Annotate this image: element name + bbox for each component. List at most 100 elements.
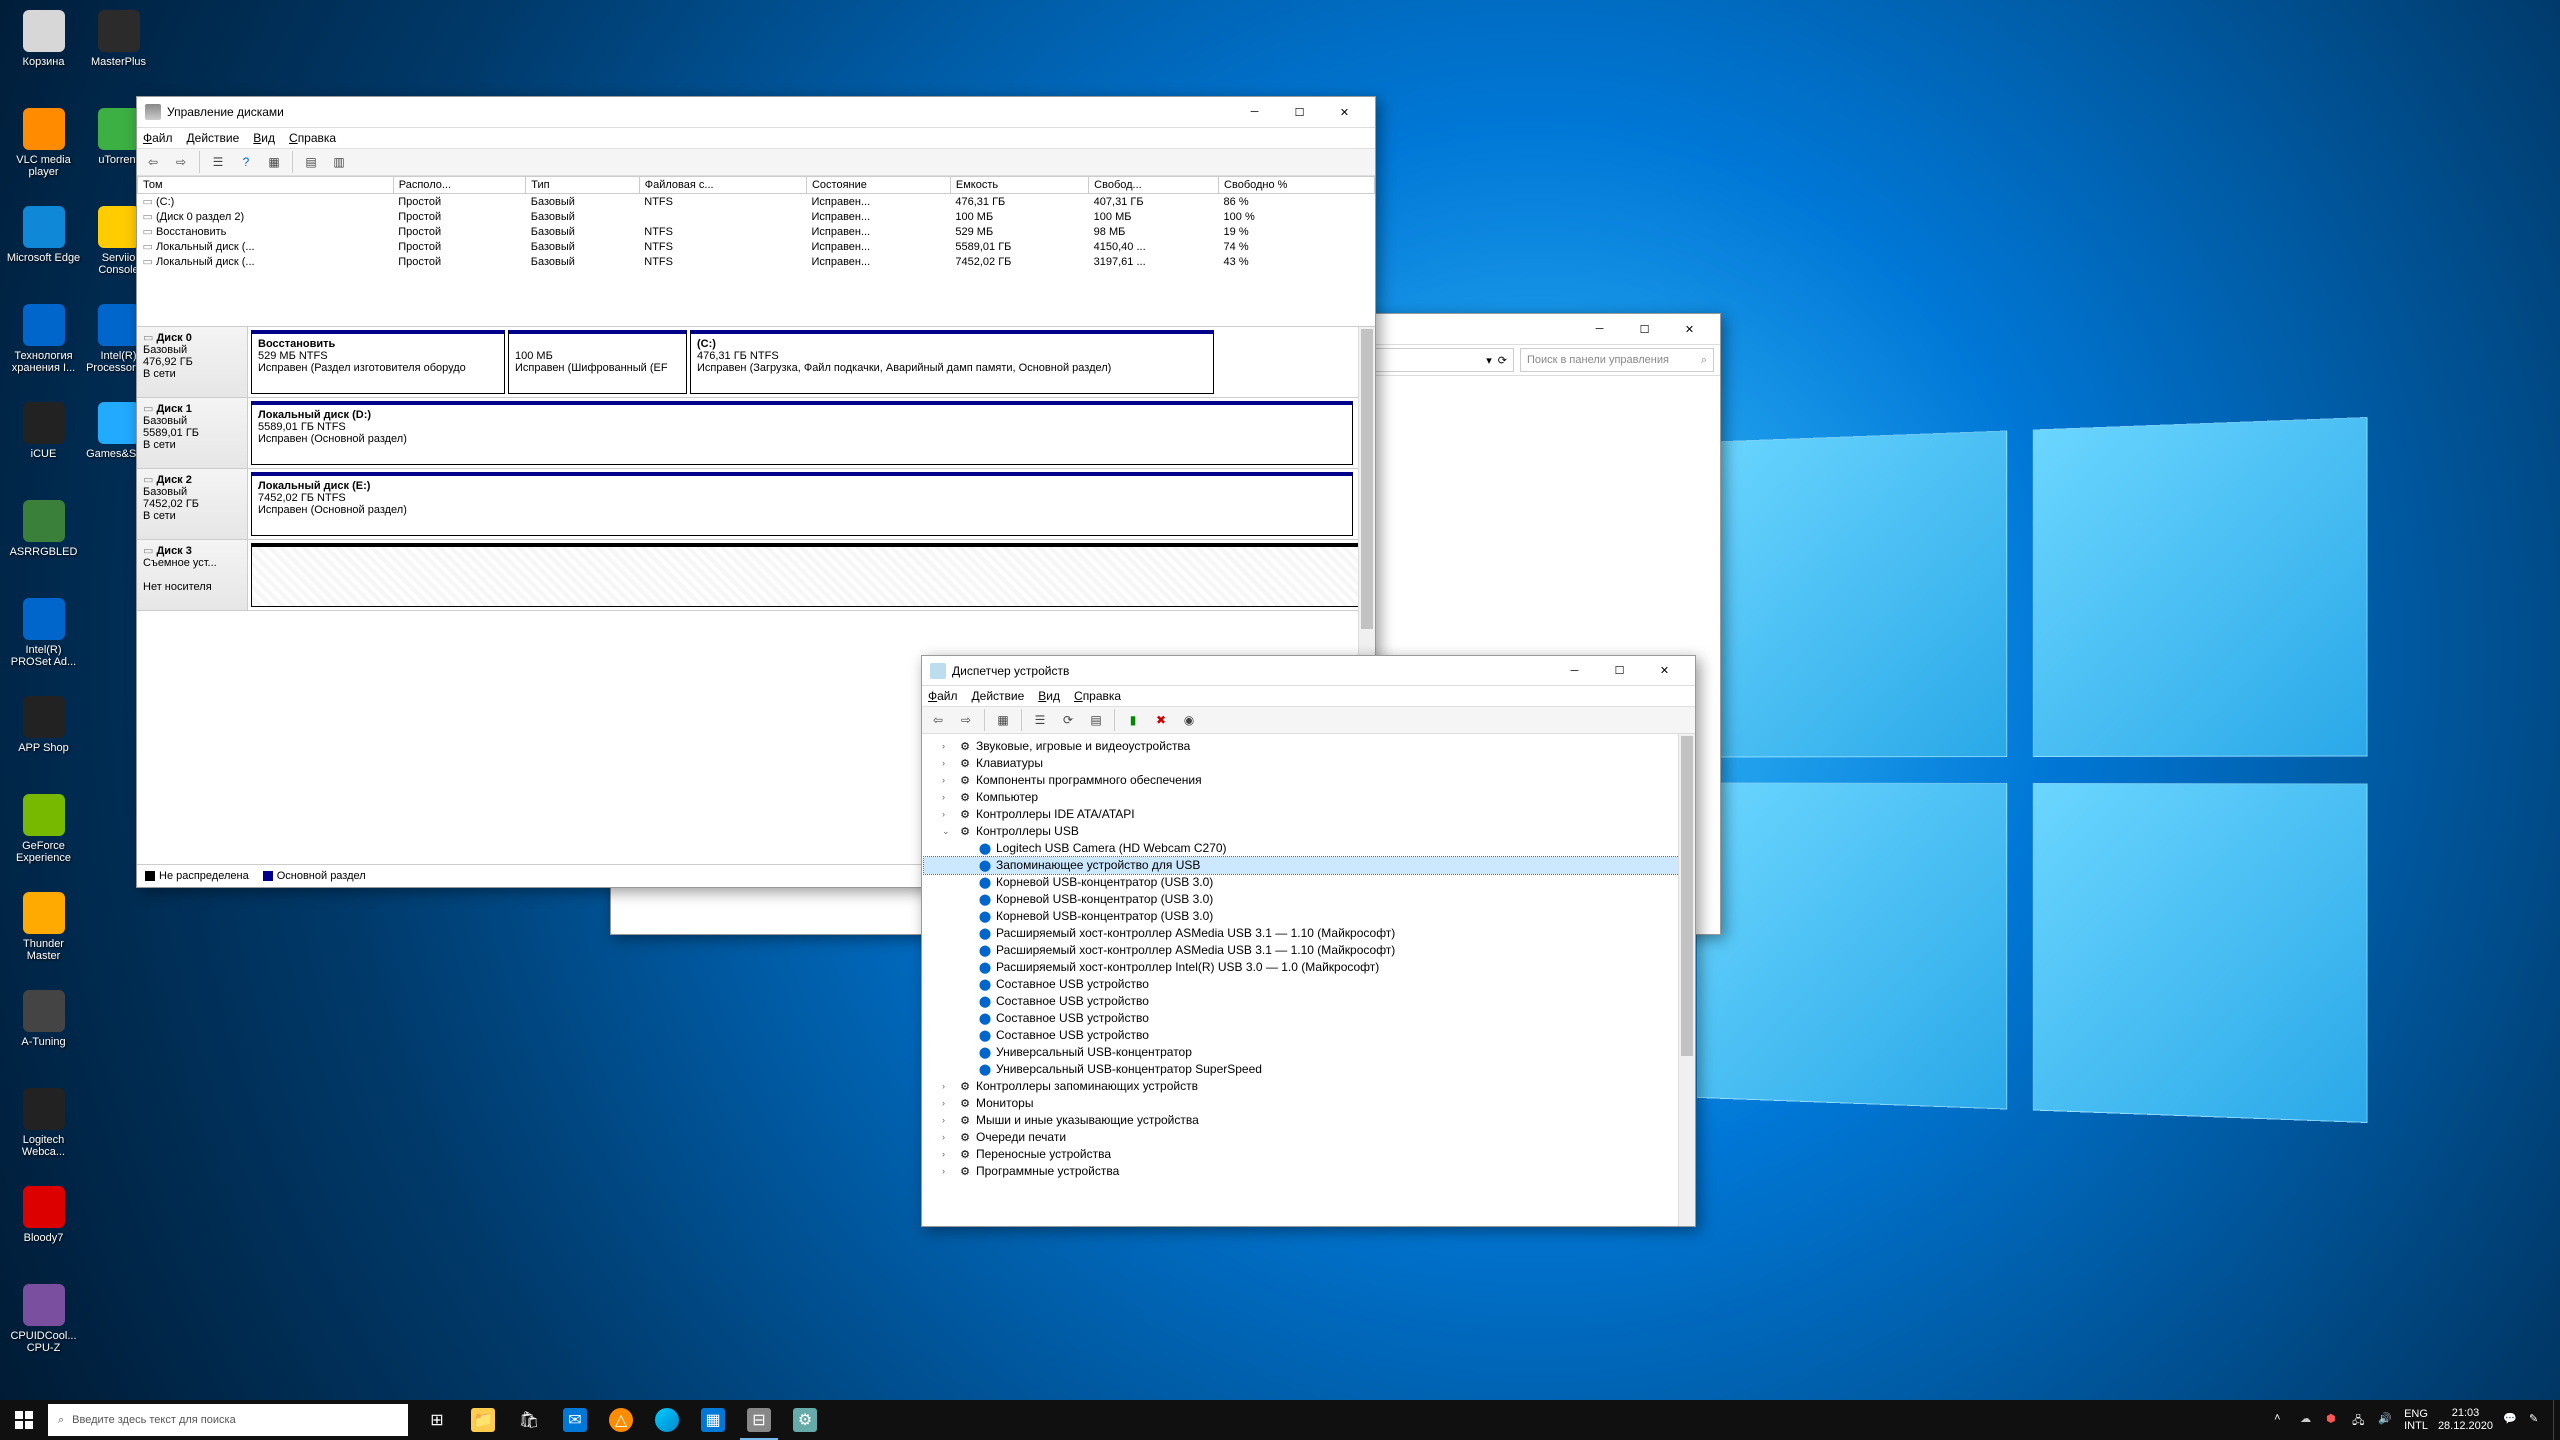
volume-row[interactable]: ▭ (C:)ПростойБазовыйNTFSИсправен...476,3… bbox=[138, 194, 1375, 210]
disable-icon[interactable]: ✖ bbox=[1149, 708, 1173, 732]
column-header[interactable]: Располо... bbox=[393, 177, 526, 194]
tree-category[interactable]: ⌄⚙Контроллеры USB bbox=[924, 823, 1693, 840]
scrollbar[interactable] bbox=[1678, 734, 1695, 1226]
properties-icon[interactable]: ☰ bbox=[1028, 708, 1052, 732]
desktop-icon[interactable]: A-Tuning bbox=[6, 986, 81, 1084]
help-icon[interactable]: ? bbox=[234, 150, 258, 174]
expand-icon[interactable]: ⌄ bbox=[942, 826, 954, 837]
desktop-icon[interactable]: ASRRGBLED bbox=[6, 496, 81, 594]
close-button[interactable]: ✕ bbox=[1667, 315, 1712, 344]
list-top-icon[interactable]: ▤ bbox=[299, 150, 323, 174]
volume-list[interactable]: ТомРасполо...ТипФайловая с...СостояниеЕм… bbox=[137, 176, 1375, 327]
desktop-icon[interactable]: APP Shop bbox=[6, 692, 81, 790]
tb-explorer[interactable]: 📁 bbox=[460, 1400, 506, 1440]
menu-help[interactable]: Справка bbox=[1074, 689, 1121, 703]
tb-app1[interactable]: △ bbox=[598, 1400, 644, 1440]
tree-device[interactable]: ⬤Составное USB устройство bbox=[924, 976, 1693, 993]
tray-icon[interactable]: ⬢ bbox=[2326, 1412, 2342, 1428]
tree-device[interactable]: ⬤Корневой USB-концентратор (USB 3.0) bbox=[924, 874, 1693, 891]
column-header[interactable]: Том bbox=[138, 177, 394, 194]
expand-icon[interactable]: › bbox=[942, 809, 954, 819]
list-bottom-icon[interactable]: ▥ bbox=[327, 150, 351, 174]
desktop-icon[interactable]: Корзина bbox=[6, 6, 81, 104]
expand-icon[interactable]: › bbox=[942, 1149, 954, 1159]
menu-view[interactable]: Вид bbox=[1038, 689, 1060, 703]
partition[interactable]: Восстановить529 МБ NTFSИсправен (Раздел … bbox=[251, 330, 505, 394]
column-header[interactable]: Состояние bbox=[806, 177, 950, 194]
tree-category[interactable]: ›⚙Клавиатуры bbox=[924, 755, 1693, 772]
partition[interactable]: (C:)476,31 ГБ NTFSИсправен (Загрузка, Фа… bbox=[690, 330, 1214, 394]
disk-row[interactable]: ▭ Диск 0Базовый476,92 ГБВ сетиВосстанови… bbox=[137, 327, 1375, 398]
close-button[interactable]: ✕ bbox=[1322, 98, 1367, 127]
update-icon[interactable]: ⟳ bbox=[1056, 708, 1080, 732]
menu-view[interactable]: Вид bbox=[253, 131, 275, 145]
desktop-icon[interactable]: GeForce Experience bbox=[6, 790, 81, 888]
expand-icon[interactable]: › bbox=[942, 758, 954, 768]
tree-device[interactable]: ⬤Универсальный USB-концентратор SuperSpe… bbox=[924, 1061, 1693, 1078]
tree-device[interactable]: ⬤Корневой USB-концентратор (USB 3.0) bbox=[924, 891, 1693, 908]
desktop-icon[interactable]: Intel(R) PROSet Ad... bbox=[6, 594, 81, 692]
tree-category[interactable]: ›⚙Очереди печати bbox=[924, 1129, 1693, 1146]
tray-network-icon[interactable]: 🖧 bbox=[2352, 1412, 2368, 1428]
fwd-icon[interactable]: ⇨ bbox=[169, 150, 193, 174]
tb-mail[interactable]: ✉ bbox=[552, 1400, 598, 1440]
back-icon[interactable]: ⇦ bbox=[926, 708, 950, 732]
volume-row[interactable]: ▭ (Диск 0 раздел 2)ПростойБазовыйИсправе… bbox=[138, 209, 1375, 224]
disk-row[interactable]: ▭ Диск 1Базовый5589,01 ГБВ сетиЛокальный… bbox=[137, 398, 1375, 469]
start-button[interactable] bbox=[0, 1400, 48, 1440]
titlebar[interactable]: Диспетчер устройств ─ ☐ ✕ bbox=[922, 656, 1695, 686]
tb-diskmgmt[interactable]: ⊟ bbox=[736, 1400, 782, 1440]
tray-onedrive-icon[interactable]: ☁ bbox=[2300, 1412, 2316, 1428]
maximize-button[interactable]: ☐ bbox=[1277, 98, 1322, 127]
menu-action[interactable]: Действие bbox=[972, 689, 1025, 703]
column-header[interactable]: Свободно % bbox=[1219, 177, 1375, 194]
desktop-icon[interactable]: Технология хранения I... bbox=[6, 300, 81, 398]
menu-action[interactable]: Действие bbox=[187, 131, 240, 145]
taskbar-search[interactable]: ⌕Введите здесь текст для поиска bbox=[48, 1404, 408, 1436]
tray-notifications-icon[interactable]: 💬 bbox=[2503, 1412, 2519, 1428]
close-button[interactable]: ✕ bbox=[1642, 656, 1687, 685]
volume-row[interactable]: ▭ ВосстановитьПростойБазовыйNTFSИсправен… bbox=[138, 224, 1375, 239]
enable-icon[interactable]: ◉ bbox=[1177, 708, 1201, 732]
maximize-button[interactable]: ☐ bbox=[1597, 656, 1642, 685]
column-header[interactable]: Файловая с... bbox=[639, 177, 806, 194]
tree-category[interactable]: ›⚙Программные устройства bbox=[924, 1163, 1693, 1180]
tree-device[interactable]: ⬤Универсальный USB-концентратор bbox=[924, 1044, 1693, 1061]
partition[interactable]: 100 МБИсправен (Шифрованный (EF bbox=[508, 330, 687, 394]
column-header[interactable]: Тип bbox=[526, 177, 639, 194]
show-desktop-button[interactable] bbox=[2553, 1400, 2560, 1440]
tray-volume-icon[interactable]: 🔊 bbox=[2378, 1412, 2394, 1428]
desktop-icon[interactable]: MasterPlus bbox=[81, 6, 156, 104]
column-header[interactable]: Свобод... bbox=[1089, 177, 1219, 194]
minimize-button[interactable]: ─ bbox=[1232, 98, 1277, 127]
expand-icon[interactable]: › bbox=[942, 792, 954, 802]
show-hidden-icon[interactable]: ▦ bbox=[991, 708, 1015, 732]
device-manager-window[interactable]: Диспетчер устройств ─ ☐ ✕ Файл Действие … bbox=[921, 655, 1696, 1227]
volume-row[interactable]: ▭ Локальный диск (...ПростойБазовыйNTFSИ… bbox=[138, 239, 1375, 254]
expand-icon[interactable]: › bbox=[942, 741, 954, 751]
tray-clock[interactable]: 21:0328.12.2020 bbox=[2438, 1407, 2493, 1433]
tb-devmgr[interactable]: ⚙ bbox=[782, 1400, 828, 1440]
tree-category[interactable]: ›⚙Контроллеры запоминающих устройств bbox=[924, 1078, 1693, 1095]
desktop-icon[interactable]: Logitech Webca... bbox=[6, 1084, 81, 1182]
column-header[interactable]: Емкость bbox=[950, 177, 1088, 194]
tray-language[interactable]: ENGINTL bbox=[2404, 1408, 2428, 1432]
desktop-icon[interactable]: Thunder Master bbox=[6, 888, 81, 986]
volume-row[interactable]: ▭ Локальный диск (...ПростойБазовыйNTFSИ… bbox=[138, 254, 1375, 269]
tree-device[interactable]: ⬤Расширяемый хост-контроллер ASMedia USB… bbox=[924, 925, 1693, 942]
disk-row[interactable]: ▭ Диск 3Съемное уст...Нет носителя bbox=[137, 540, 1375, 611]
desktop-icon[interactable]: iCUE bbox=[6, 398, 81, 496]
desktop-icon[interactable]: Microsoft Edge bbox=[6, 202, 81, 300]
partition[interactable]: Локальный диск (D:)5589,01 ГБ NTFSИсправ… bbox=[251, 401, 1353, 465]
tree-category[interactable]: ›⚙Мониторы bbox=[924, 1095, 1693, 1112]
tray-pen-icon[interactable]: ✎ bbox=[2529, 1412, 2545, 1428]
fwd-icon[interactable]: ⇨ bbox=[954, 708, 978, 732]
tray-chevron-icon[interactable]: ˄ bbox=[2274, 1412, 2290, 1428]
expand-icon[interactable]: › bbox=[942, 1132, 954, 1142]
layout-icon[interactable]: ▦ bbox=[262, 150, 286, 174]
minimize-button[interactable]: ─ bbox=[1577, 315, 1622, 344]
menu-file[interactable]: Файл bbox=[928, 689, 958, 703]
desktop-icon[interactable]: VLC media player bbox=[6, 104, 81, 202]
tb-store[interactable]: 🛍 bbox=[506, 1400, 552, 1440]
cp-search[interactable]: Поиск в панели управления⌕ bbox=[1520, 348, 1714, 372]
